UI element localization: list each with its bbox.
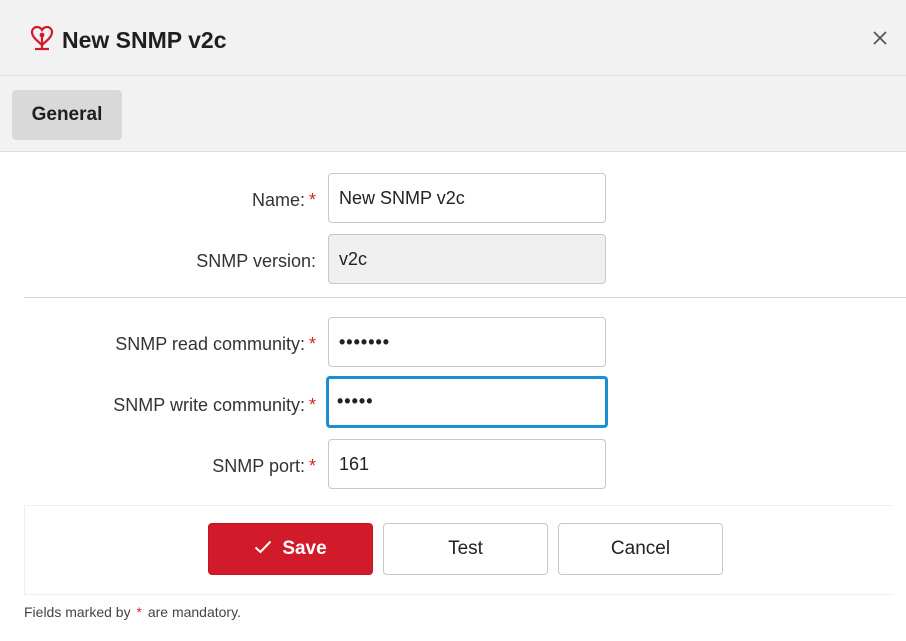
snmp-version-field: v2c <box>328 234 606 284</box>
name-label: Name: * <box>252 188 316 212</box>
cancel-button[interactable]: Cancel <box>558 523 723 575</box>
checkmark-icon <box>255 541 272 554</box>
save-button[interactable]: Save <box>208 523 373 575</box>
save-button-label: Save <box>282 538 327 559</box>
read-community-field[interactable]: ••••••• <box>328 317 606 367</box>
footnote-suffix: are mandatory. <box>147 604 241 620</box>
required-marker: * <box>308 190 316 210</box>
snmp-port-label: SNMP port: * <box>212 454 316 478</box>
form-separator <box>24 297 906 298</box>
snmp-dialog: New SNMP v2c General Name: * New SNMP v2c… <box>0 0 906 641</box>
test-button[interactable]: Test <box>383 523 548 575</box>
dialog-title-bar: New SNMP v2c <box>0 0 906 76</box>
dialog-title: New SNMP v2c <box>62 27 227 53</box>
required-marker: * <box>136 604 142 620</box>
read-community-label-text: SNMP read community: <box>115 334 305 354</box>
write-community-field[interactable]: ••••• <box>326 376 608 428</box>
required-marker: * <box>308 456 316 476</box>
footnote-prefix: Fields marked by <box>24 604 131 620</box>
snmp-port-field[interactable]: 161 <box>328 439 606 489</box>
close-icon[interactable] <box>870 28 890 48</box>
read-community-label: SNMP read community: * <box>115 332 316 356</box>
mandatory-footnote: Fields marked by * are mandatory. <box>24 603 241 621</box>
snmp-port-label-text: SNMP port: <box>212 456 305 476</box>
name-label-text: Name: <box>251 190 305 210</box>
snmp-version-label: SNMP version: <box>196 251 316 271</box>
write-community-label: SNMP write community: * <box>113 393 316 417</box>
tab-bar: General <box>0 76 906 152</box>
write-community-label-text: SNMP write community: <box>113 395 305 415</box>
snmp-device-icon <box>30 25 54 51</box>
tab-general[interactable]: General <box>12 90 122 140</box>
required-marker: * <box>308 334 316 354</box>
required-marker: * <box>308 395 316 415</box>
name-field[interactable]: New SNMP v2c <box>328 173 606 223</box>
